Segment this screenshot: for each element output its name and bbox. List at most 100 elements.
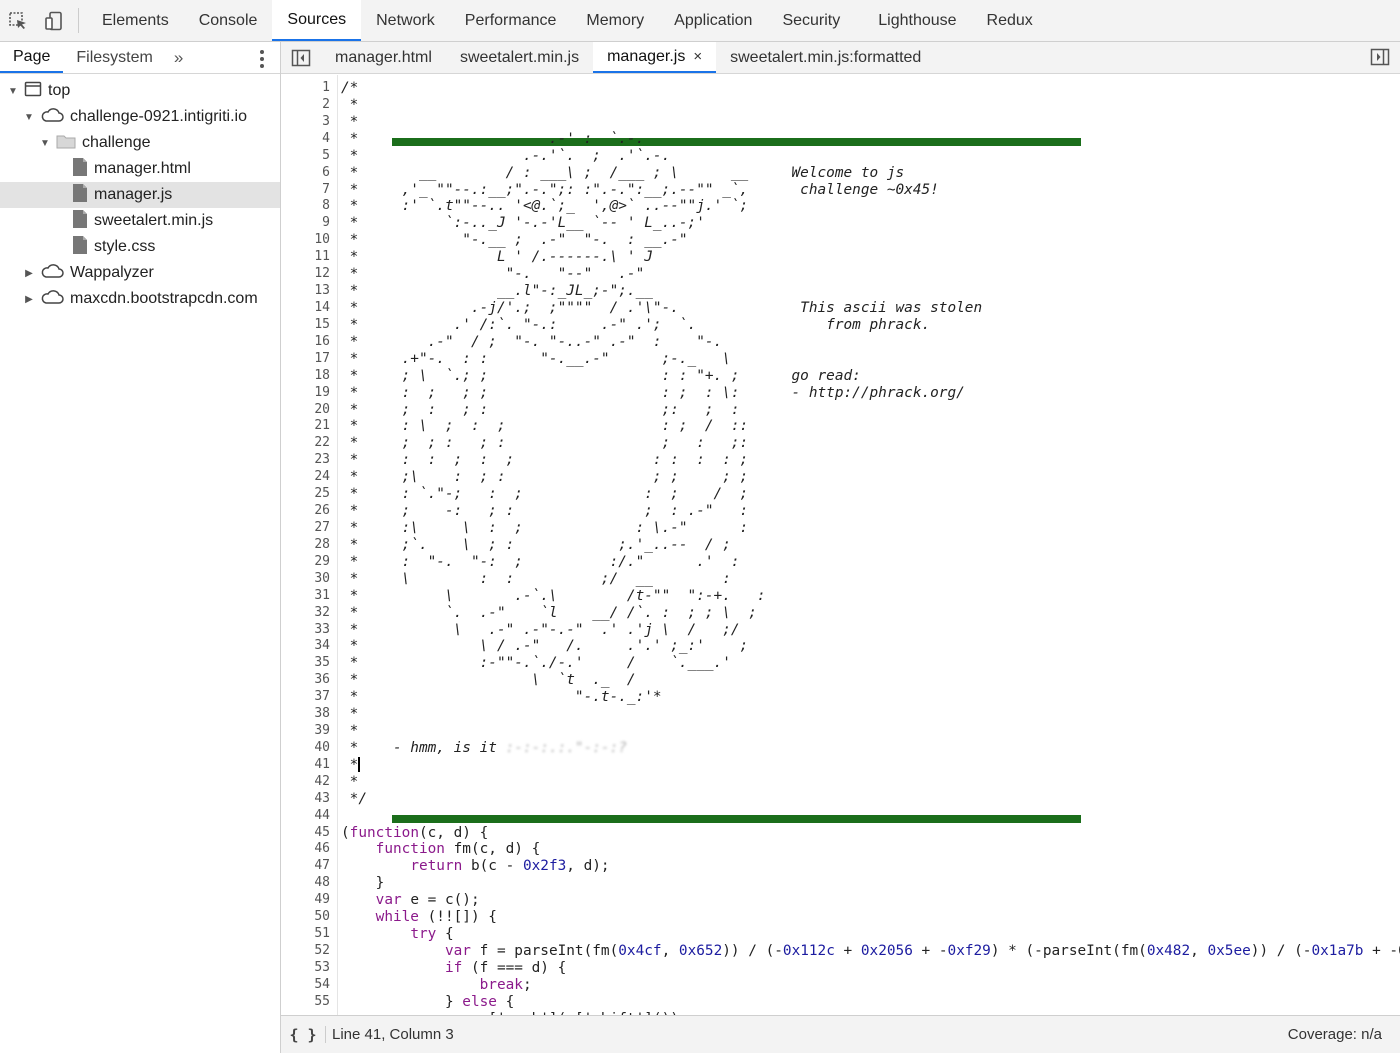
line-number[interactable]: 15 [281, 317, 336, 334]
toggle-navigator-icon[interactable] [281, 42, 321, 73]
toggle-debugger-icon[interactable] [1370, 48, 1390, 70]
tree-item[interactable]: ▶ Wappalyzer [0, 260, 280, 286]
line-number[interactable]: 19 [281, 385, 336, 402]
line-number[interactable]: 13 [281, 283, 336, 300]
expand-arrow-icon[interactable]: ▼ [6, 86, 20, 97]
tree-item[interactable]: style.css [0, 234, 280, 260]
tree-item[interactable]: manager.html [0, 156, 280, 182]
code-line: * .-j/'.; ;"""" / .'\"-. This ascii was … [341, 300, 1400, 317]
tab-sources[interactable]: Sources [272, 0, 362, 41]
expand-arrow-icon[interactable]: ▼ [22, 112, 36, 123]
line-number[interactable]: 9 [281, 215, 336, 232]
file-tab[interactable]: sweetalert.min.js:formatted [716, 42, 935, 73]
navigator-menu-icon[interactable] [260, 50, 264, 68]
line-number[interactable]: 18 [281, 368, 336, 385]
tab-network[interactable]: Network [361, 0, 450, 41]
tab-page[interactable]: Page [0, 42, 64, 73]
line-number[interactable]: 31 [281, 588, 336, 605]
pretty-print-icon[interactable]: { } [281, 1026, 325, 1044]
more-tabs-icon[interactable]: » [166, 42, 191, 73]
line-number[interactable]: 4 [281, 131, 336, 148]
line-number[interactable]: 20 [281, 402, 336, 419]
line-number[interactable]: 36 [281, 672, 336, 689]
collapse-arrow-icon[interactable]: ▶ [22, 294, 36, 305]
line-number[interactable]: 12 [281, 266, 336, 283]
tab-application[interactable]: Application [659, 0, 767, 41]
line-number[interactable]: 22 [281, 435, 336, 452]
tab-redux[interactable]: Redux [972, 0, 1048, 41]
line-number[interactable]: 3 [281, 114, 336, 131]
line-number[interactable]: 39 [281, 723, 336, 740]
tree-item[interactable]: ▶ maxcdn.bootstrapcdn.com [0, 286, 280, 312]
line-number[interactable]: 30 [281, 571, 336, 588]
tree-item[interactable]: ▼ challenge-0921.intigriti.io [0, 104, 280, 130]
inspect-element-icon[interactable] [0, 0, 36, 41]
line-number[interactable]: 46 [281, 841, 336, 858]
line-number[interactable]: 55 [281, 994, 336, 1011]
device-toolbar-icon[interactable] [36, 0, 72, 41]
line-number[interactable]: 52 [281, 943, 336, 960]
line-number[interactable]: 29 [281, 554, 336, 571]
line-number[interactable]: 41 [281, 757, 336, 774]
expand-arrow-icon[interactable]: ▼ [38, 138, 52, 149]
tab-console[interactable]: Console [184, 0, 273, 41]
tab-filesystem[interactable]: Filesystem [63, 42, 165, 73]
line-number[interactable]: 49 [281, 892, 336, 909]
line-number[interactable]: 6 [281, 165, 336, 182]
line-number[interactable]: 27 [281, 520, 336, 537]
tab-lighthouse[interactable]: Lighthouse [863, 0, 971, 41]
code-lines[interactable]: /* * * * .-' : `.-. * .-.'`. ; .'`.-. * … [341, 80, 1400, 1015]
line-number[interactable]: 32 [281, 605, 336, 622]
tree-item[interactable]: manager.js [0, 182, 280, 208]
line-number[interactable]: 23 [281, 452, 336, 469]
line-number[interactable]: 24 [281, 469, 336, 486]
code-text: * ; \ `.; ; : : "+. ; go read: [341, 367, 861, 384]
line-number[interactable]: 25 [281, 486, 336, 503]
line-number[interactable]: 42 [281, 774, 336, 791]
tab-elements[interactable]: Elements [87, 0, 184, 41]
tab-security[interactable]: Security [767, 0, 855, 41]
line-number[interactable]: 26 [281, 503, 336, 520]
code-editor[interactable]: 1 2 3 4 5 6 7 8 9 10 11 12 13 14 15 16 17 18 19 20 21 22 23 24 2… [281, 75, 1400, 1015]
line-number[interactable]: 14 [281, 300, 336, 317]
line-number[interactable]: 40 [281, 740, 336, 757]
file-tab[interactable]: manager.html [321, 42, 446, 73]
tab-memory[interactable]: Memory [571, 0, 659, 41]
line-number[interactable]: 2 [281, 97, 336, 114]
line-number[interactable]: 5 [281, 148, 336, 165]
line-number[interactable]: 50 [281, 909, 336, 926]
line-number[interactable]: 17 [281, 351, 336, 368]
tree-item[interactable]: sweetalert.min.js [0, 208, 280, 234]
line-number[interactable]: 37 [281, 689, 336, 706]
line-number[interactable]: 45 [281, 825, 336, 842]
line-number[interactable]: 11 [281, 249, 336, 266]
line-number[interactable]: 35 [281, 655, 336, 672]
line-number[interactable]: 7 [281, 182, 336, 199]
code-text: * \ : : ;/ __ : [341, 570, 731, 587]
line-number[interactable]: 54 [281, 977, 336, 994]
line-number[interactable]: 43 [281, 791, 336, 808]
tree-item[interactable]: ▼ top [0, 78, 280, 104]
tab-performance[interactable]: Performance [450, 0, 572, 41]
line-number[interactable]: 48 [281, 875, 336, 892]
line-number[interactable]: 38 [281, 706, 336, 723]
code-line: * \ / .-" /. .'.' ;_:' ; [341, 638, 1400, 655]
line-number[interactable]: 47 [281, 858, 336, 875]
line-number[interactable]: 34 [281, 638, 336, 655]
line-number[interactable]: 51 [281, 926, 336, 943]
line-number-gutter[interactable]: 1 2 3 4 5 6 7 8 9 10 11 12 13 14 15 16 17 18 19 20 21 22 23 24 2… [281, 80, 336, 1011]
line-number[interactable]: 33 [281, 622, 336, 639]
line-number[interactable]: 10 [281, 232, 336, 249]
line-number[interactable]: 1 [281, 80, 336, 97]
line-number[interactable]: 53 [281, 960, 336, 977]
line-number[interactable]: 28 [281, 537, 336, 554]
line-number[interactable]: 21 [281, 418, 336, 435]
line-number[interactable]: 8 [281, 198, 336, 215]
tree-item[interactable]: ▼ challenge [0, 130, 280, 156]
line-number[interactable]: 44 [281, 808, 336, 825]
file-tab[interactable]: manager.js × [593, 42, 717, 73]
line-number[interactable]: 16 [281, 334, 336, 351]
close-icon[interactable]: × [693, 48, 702, 65]
file-tab[interactable]: sweetalert.min.js [446, 42, 593, 73]
collapse-arrow-icon[interactable]: ▶ [22, 268, 36, 279]
